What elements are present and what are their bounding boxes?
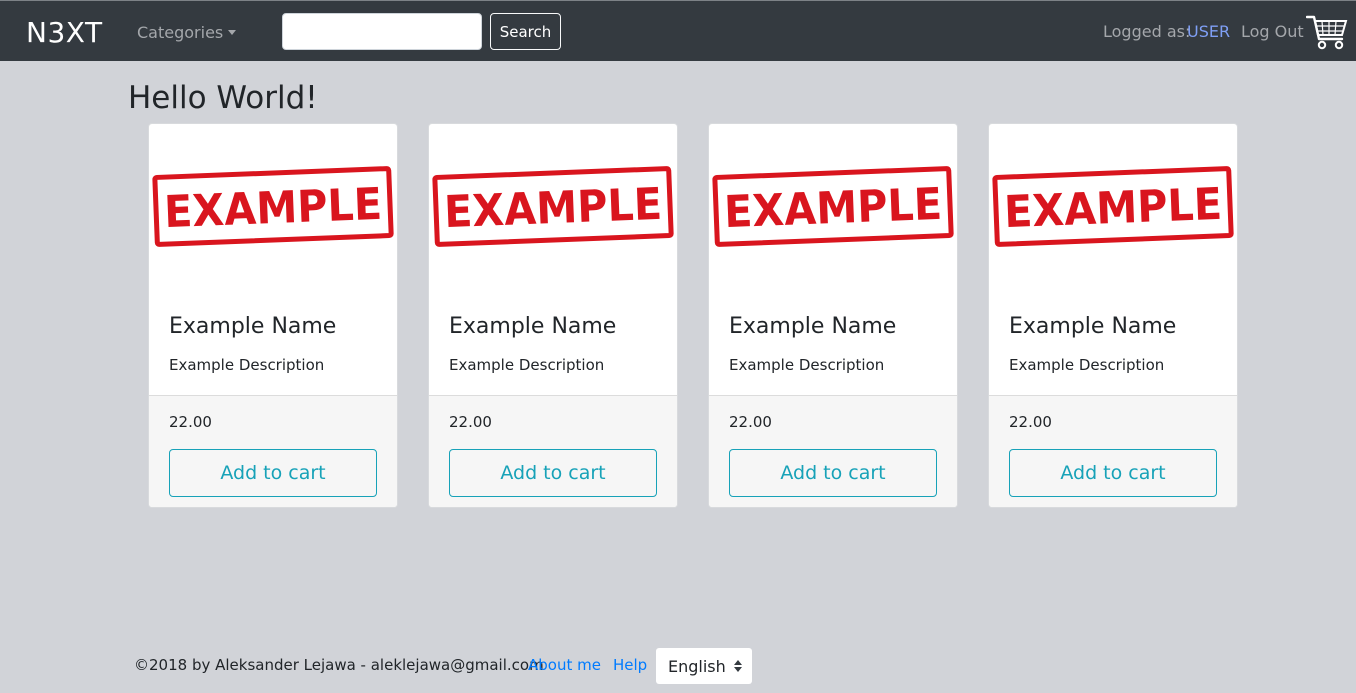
product-image: EXAMPLE [432, 166, 674, 247]
product-name: Example Name [1009, 314, 1177, 339]
shopping-cart-icon[interactable] [1306, 13, 1348, 51]
logged-as-label: Logged as: [1103, 22, 1191, 41]
username-link[interactable]: USER [1187, 22, 1230, 41]
product-name: Example Name [169, 314, 337, 339]
logout-link[interactable]: Log Out [1241, 22, 1304, 41]
add-to-cart-button[interactable]: Add to cart [449, 449, 657, 497]
product-description: Example Description [169, 356, 325, 374]
product-image-stamp-text: EXAMPLE [163, 179, 383, 238]
card-footer: 22.00 Add to cart [149, 395, 397, 507]
product-card: EXAMPLE Example Name Example Description… [988, 123, 1238, 508]
product-price: 22.00 [1009, 413, 1052, 431]
product-description: Example Description [449, 356, 605, 374]
help-link[interactable]: Help [613, 656, 647, 674]
product-image: EXAMPLE [992, 166, 1234, 247]
product-card: EXAMPLE Example Name Example Description… [148, 123, 398, 508]
add-to-cart-button[interactable]: Add to cart [729, 449, 937, 497]
product-name: Example Name [449, 314, 617, 339]
product-card: EXAMPLE Example Name Example Description… [708, 123, 958, 508]
language-select[interactable]: English [656, 648, 752, 684]
card-footer: 22.00 Add to cart [429, 395, 677, 507]
product-price: 22.00 [169, 413, 212, 431]
product-price: 22.00 [729, 413, 772, 431]
top-navbar: N3XT Categories Search Logged as: USER L… [0, 0, 1356, 61]
card-footer: 22.00 Add to cart [989, 395, 1237, 507]
product-description: Example Description [1009, 356, 1165, 374]
product-card: EXAMPLE Example Name Example Description… [428, 123, 678, 508]
add-to-cart-button[interactable]: Add to cart [169, 449, 377, 497]
search-input[interactable] [282, 13, 482, 50]
product-description: Example Description [729, 356, 885, 374]
categories-dropdown[interactable]: Categories [137, 23, 237, 42]
chevron-down-icon [228, 30, 237, 35]
select-updown-icon [734, 660, 742, 672]
footer-copyright: ©2018 by Aleksander Lejawa - aleklejawa@… [134, 656, 544, 674]
product-image-stamp-text: EXAMPLE [443, 179, 663, 238]
language-selected-value: English [668, 657, 726, 676]
product-image-stamp-text: EXAMPLE [723, 179, 943, 238]
categories-label: Categories [137, 23, 224, 42]
product-image-stamp-text: EXAMPLE [1003, 179, 1223, 238]
card-footer: 22.00 Add to cart [709, 395, 957, 507]
product-price: 22.00 [449, 413, 492, 431]
about-me-link[interactable]: About me [528, 656, 601, 674]
add-to-cart-button[interactable]: Add to cart [1009, 449, 1217, 497]
product-image: EXAMPLE [712, 166, 954, 247]
search-button[interactable]: Search [490, 13, 561, 50]
page-title: Hello World! [128, 80, 318, 116]
product-name: Example Name [729, 314, 897, 339]
brand-logo[interactable]: N3XT [26, 16, 103, 49]
product-image: EXAMPLE [152, 166, 394, 247]
